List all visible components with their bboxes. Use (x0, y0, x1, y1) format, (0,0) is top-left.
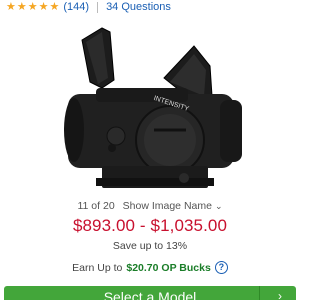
image-meta: 11 of 20 Show Image Name ⌄ (0, 200, 300, 212)
questions-link[interactable]: 34 Questions (106, 1, 171, 13)
bucks-amount: $20.70 OP Bucks (126, 261, 211, 274)
bucks-prefix: Earn Up to (72, 261, 123, 274)
review-count-link[interactable]: (144) (63, 1, 89, 13)
price-range: $893.00 - $1,035.00 (72, 216, 228, 235)
star-icon: ★ (16, 0, 27, 13)
red-dot-sight-image: INTENSITY (64, 27, 242, 188)
show-image-name-toggle[interactable]: Show Image Name ⌄ (123, 200, 223, 212)
star-icon: ★ (38, 0, 49, 13)
arrow-right-icon: › (278, 289, 282, 300)
star-rating[interactable]: ★ ★ ★ ★ ★ (6, 0, 60, 13)
show-image-name-label: Show Image Name (122, 200, 212, 212)
image-position: 11 of 20 (77, 200, 115, 212)
divider (97, 1, 99, 13)
select-model-button[interactable]: Select a Model › (4, 286, 296, 300)
chevron-down-icon: ⌄ (214, 200, 223, 211)
star-icon: ★ (49, 0, 60, 13)
product-image[interactable]: INTENSITY (44, 18, 258, 200)
star-icon: ★ (6, 0, 16, 13)
help-icon[interactable]: ? (214, 261, 228, 274)
select-model-label: Select a Model (103, 289, 197, 300)
rating-row: ★ ★ ★ ★ ★ (144) 34 Questions (6, 0, 171, 14)
save-text: Save up to 13% (112, 240, 188, 252)
star-icon: ★ (27, 0, 38, 13)
op-bucks-row: Earn Up to $20.70 OP Bucks ? (0, 261, 300, 274)
button-divider (259, 286, 260, 300)
